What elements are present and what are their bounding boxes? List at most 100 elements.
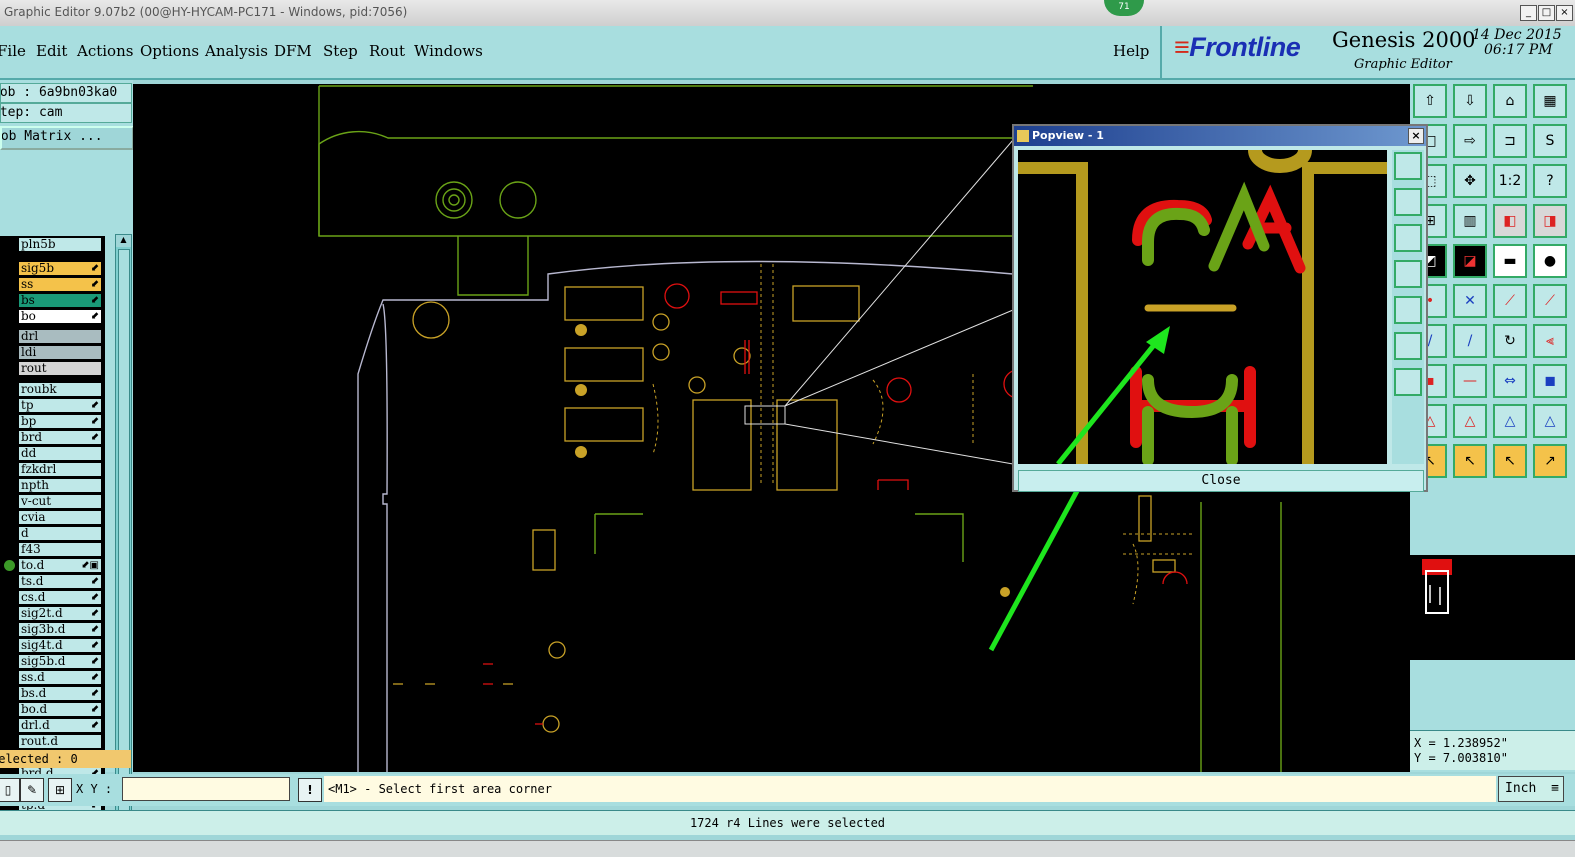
layer-row-bs[interactable]: bs ⬋	[19, 294, 101, 307]
tool-pointer-4-icon[interactable]: ↗	[1533, 444, 1567, 478]
tool-connect-2-icon[interactable]: ⟋	[1533, 284, 1567, 318]
layer-row-npth[interactable]: npth	[19, 479, 101, 492]
menu-rout[interactable]: Rout	[369, 42, 405, 60]
layer-row-drl[interactable]: drl	[19, 330, 101, 343]
tool-connect-icon[interactable]: ⟋	[1493, 284, 1527, 318]
tool-triangle-4-icon[interactable]: △	[1533, 404, 1567, 438]
layer-row-d[interactable]: d	[19, 527, 101, 540]
layer-row-bo.d[interactable]: bo.d ⬋	[19, 703, 101, 716]
tool-draw-line-icon[interactable]: ◪	[1453, 244, 1487, 278]
tool-triangle-3-icon[interactable]: △	[1493, 404, 1527, 438]
tool-grid-icon[interactable]: ▥	[1453, 204, 1487, 238]
minimap[interactable]	[1410, 555, 1575, 660]
popview-titlebar[interactable]: Popview - 1 ×	[1014, 126, 1426, 146]
scroll-up-icon[interactable]: ▲	[116, 235, 131, 247]
tool-home-icon[interactable]: ⌂	[1493, 84, 1527, 118]
minimize-button[interactable]: _	[1520, 5, 1537, 21]
alert-icon[interactable]: !	[298, 778, 322, 802]
popview-zoom-out-icon[interactable]	[1394, 332, 1422, 360]
layer-row-dd[interactable]: dd	[19, 447, 101, 460]
tool-pad-icon[interactable]: ●	[1533, 244, 1567, 278]
layer-affected-icon[interactable]: ⬋	[91, 278, 99, 291]
grid-snap-icon[interactable]: ⊞	[48, 778, 72, 802]
popview-zoom-view[interactable]	[1018, 150, 1387, 464]
layer-affected-icon[interactable]: ⬋	[91, 703, 99, 716]
draw-icon[interactable]: ✎	[20, 778, 44, 802]
popview-close-button[interactable]: Close	[1018, 470, 1424, 492]
layer-affected-icon[interactable]: ⬋	[91, 431, 99, 444]
layer-row-ldi[interactable]: ldi	[19, 346, 101, 359]
menu-step[interactable]: Step	[323, 42, 358, 60]
layer-affected-icon[interactable]: ⬋	[91, 671, 99, 684]
tool-triangle-2-icon[interactable]: △	[1453, 404, 1487, 438]
popview-zoom-window-icon[interactable]	[1394, 152, 1422, 180]
layer-row-sig4t.d[interactable]: sig4t.d ⬋	[19, 639, 101, 652]
tool-line-2-icon[interactable]: /	[1453, 324, 1487, 358]
tool-dash-icon[interactable]: —	[1453, 364, 1487, 398]
tool-layers-red-icon[interactable]: ◧	[1493, 204, 1527, 238]
layer-affected-icon[interactable]: ⬋	[91, 294, 99, 307]
layer-affected-icon[interactable]: ⬋	[91, 310, 99, 323]
popview-close-icon[interactable]: ×	[1408, 128, 1424, 144]
popview-left-icon[interactable]	[1394, 260, 1422, 288]
layer-affected-icon[interactable]: ⬋	[91, 655, 99, 668]
tool-help-icon[interactable]: ?	[1533, 164, 1567, 198]
layer-affected-icon[interactable]: ⬋	[91, 687, 99, 700]
layer-row-sig2t.d[interactable]: sig2t.d ⬋	[19, 607, 101, 620]
menu-file[interactable]: File	[0, 42, 26, 60]
layer-row-sig3b.d[interactable]: sig3b.d ⬋	[19, 623, 101, 636]
layer-row-cvia[interactable]: cvia	[19, 511, 101, 524]
popview-pan-icon[interactable]	[1394, 368, 1422, 396]
maximize-button[interactable]: □	[1538, 5, 1555, 21]
layer-row-rout.d[interactable]: rout.d	[19, 735, 101, 748]
layer-row-ss[interactable]: ss ⬋	[19, 278, 101, 291]
layer-row-sig5b.d[interactable]: sig5b.d ⬋	[19, 655, 101, 668]
layer-row-rout[interactable]: rout	[19, 362, 101, 375]
layer-row-v-cut[interactable]: v-cut	[19, 495, 101, 508]
layer-affected-icon[interactable]: ⬋	[91, 591, 99, 604]
job-matrix-button[interactable]: Job Matrix ...	[0, 126, 134, 150]
tool-split-icon[interactable]: ⊐	[1493, 124, 1527, 158]
layer-list[interactable]: pln5b sig5b ⬋ ss ⬋ bs ⬋ bo ⬋ drl ldi rout roubk tp ⬋ bp…	[0, 236, 105, 822]
tool-cross-icon[interactable]: ✕	[1453, 284, 1487, 318]
tool-layers-red-2-icon[interactable]: ◨	[1533, 204, 1567, 238]
scroll-thumb[interactable]	[118, 249, 130, 811]
menu-dfm[interactable]: DFM	[274, 42, 312, 60]
layer-affected-icon[interactable]: ⬋	[91, 639, 99, 652]
layer-row-to.d[interactable]: to.d ⬋▣	[19, 559, 101, 572]
menu-actions[interactable]: Actions	[77, 42, 133, 60]
tool-window-icon[interactable]: ▦	[1533, 84, 1567, 118]
edit-icon[interactable]: ▯	[0, 778, 20, 802]
menu-edit[interactable]: Edit	[36, 42, 67, 60]
tool-save-down-icon[interactable]: ⇩	[1453, 84, 1487, 118]
layer-row-fzkdrl[interactable]: fzkdrl	[19, 463, 101, 476]
layer-row-bo[interactable]: bo ⬋	[19, 310, 101, 323]
tool-s-curve-icon[interactable]: S	[1533, 124, 1567, 158]
layer-row-roubk[interactable]: roubk	[19, 383, 101, 396]
layer-affected-icon[interactable]: ⬋	[91, 607, 99, 620]
layer-affected-icon[interactable]: ⬋	[91, 623, 99, 636]
tool-arrow-right-icon[interactable]: ⇨	[1453, 124, 1487, 158]
layer-row-f43[interactable]: f43	[19, 543, 101, 556]
layer-row-ss.d[interactable]: ss.d ⬋	[19, 671, 101, 684]
menu-help[interactable]: Help	[1113, 42, 1149, 60]
layer-row-ts.d[interactable]: ts.d ⬋	[19, 575, 101, 588]
layer-row-bs.d[interactable]: bs.d ⬋	[19, 687, 101, 700]
tool-arc-icon[interactable]: ↻	[1493, 324, 1527, 358]
tool-ratio-button[interactable]: 1:2	[1493, 164, 1527, 198]
tool-pointer-2-icon[interactable]: ↖	[1453, 444, 1487, 478]
layer-row-brd[interactable]: brd ⬋	[19, 431, 101, 444]
popview-right-icon[interactable]	[1394, 296, 1422, 324]
layer-row-tp[interactable]: tp ⬋	[19, 399, 101, 412]
layer-row-drl.d[interactable]: drl.d ⬋	[19, 719, 101, 732]
tool-open-up-icon[interactable]: ⇧	[1413, 84, 1447, 118]
layer-affected-icon[interactable]: ⬋	[91, 262, 99, 275]
badge-counter[interactable]: 71	[1104, 0, 1144, 16]
layer-affected-icon[interactable]: ⬋	[91, 575, 99, 588]
layer-row-sig5b[interactable]: sig5b ⬋	[19, 262, 101, 275]
menu-analysis[interactable]: Analysis	[205, 42, 268, 60]
layer-scrollbar[interactable]: ▲ ▼	[115, 234, 132, 828]
popview-down-icon[interactable]	[1394, 224, 1422, 252]
layer-affected-icon[interactable]: ⬋	[91, 415, 99, 428]
layer-affected-icon[interactable]: ⬋▣	[81, 559, 99, 572]
